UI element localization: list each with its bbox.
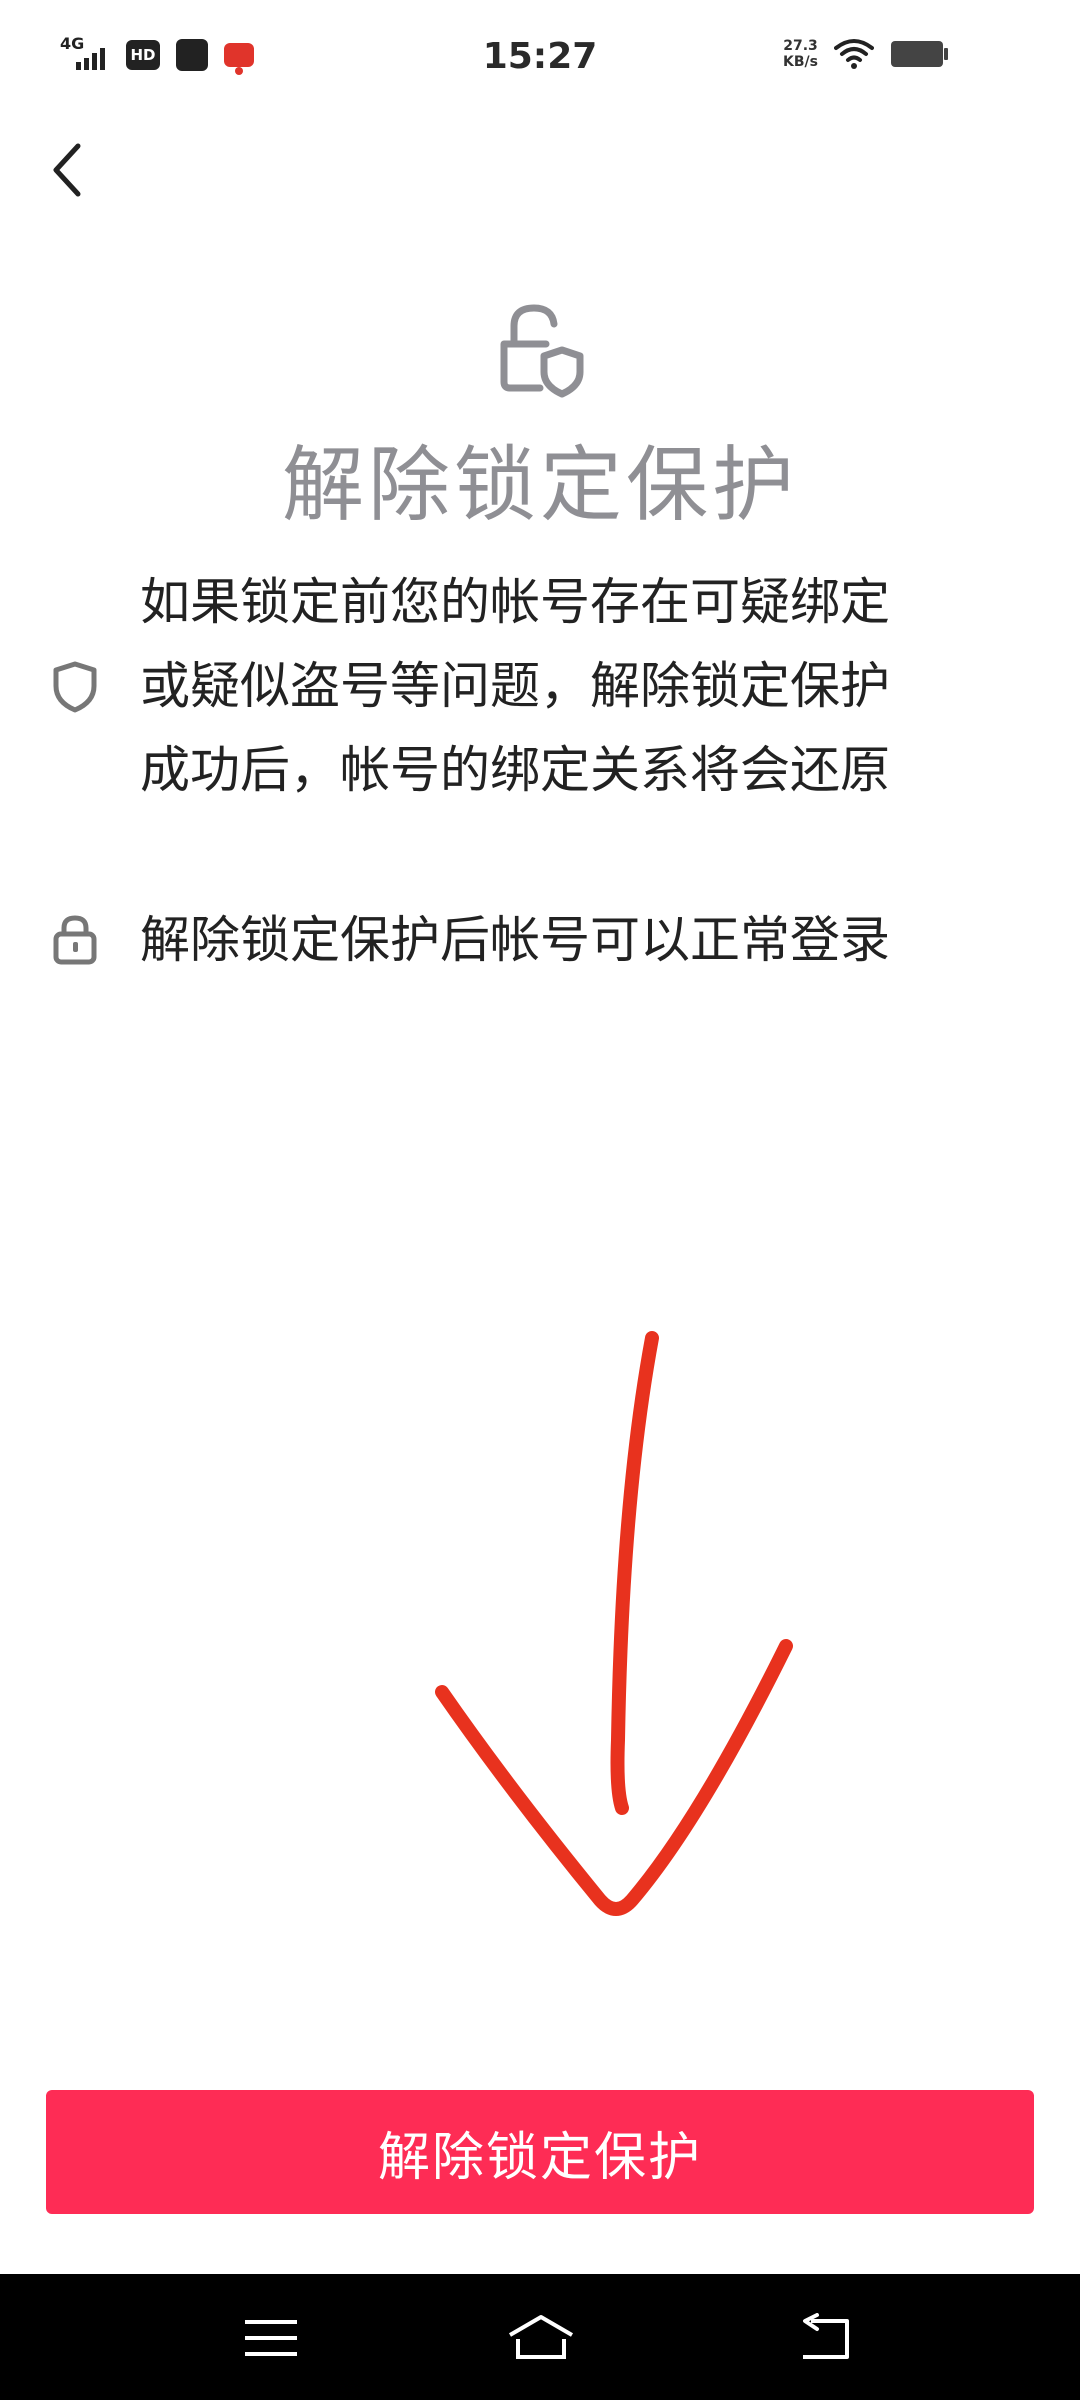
- net-speed: 27.3 KB/s: [783, 38, 818, 70]
- unlock-protection-button[interactable]: 解除锁定保护: [46, 2090, 1034, 2214]
- battery-icon: [891, 41, 948, 67]
- wifi-icon: [834, 39, 874, 69]
- shield-icon: [53, 661, 97, 713]
- back-icon: [803, 2313, 849, 2359]
- status-bar: 4G HD 15:27 27.3 KB/s: [0, 0, 1080, 120]
- status-right: 27.3 KB/s: [783, 38, 950, 70]
- info-line: 如果锁定前您的帐号存在可疑绑定: [140, 573, 890, 631]
- back-button[interactable]: [36, 130, 100, 210]
- page-title: 解除锁定保护: [281, 438, 798, 533]
- nav-menu-button[interactable]: [226, 2298, 316, 2378]
- net-speed-value: 27.3: [783, 38, 818, 54]
- info-item-bindings: 如果锁定前您的帐号存在可疑绑定 或疑似盗号等问题，解除锁定保护 成功后，帐号的绑…: [0, 560, 1080, 820]
- nav-home-button[interactable]: [496, 2298, 586, 2378]
- info-text-login: 解除锁定保护后帐号可以正常登录: [140, 898, 1000, 982]
- info-line: 成功后，帐号的绑定关系将会还原: [140, 741, 890, 799]
- net-speed-unit: KB/s: [783, 54, 818, 70]
- unlock-shield-icon: [500, 304, 584, 398]
- menu-icon: [245, 2320, 297, 2356]
- info-item-login: 解除锁定保护后帐号可以正常登录: [0, 898, 1080, 988]
- home-icon: [508, 2315, 574, 2359]
- back-chevron-icon: [53, 143, 81, 197]
- info-text-bindings: 如果锁定前您的帐号存在可疑绑定 或疑似盗号等问题，解除锁定保护 成功后，帐号的绑…: [140, 560, 1000, 812]
- info-line: 解除锁定保护后帐号可以正常登录: [140, 911, 890, 969]
- lock-icon: [53, 915, 97, 965]
- info-line: 或疑似盗号等问题，解除锁定保护: [140, 657, 890, 715]
- system-nav-bar: [0, 2274, 1080, 2400]
- down-arrow-annotation: [435, 1331, 793, 1916]
- nav-back-button[interactable]: [778, 2298, 868, 2378]
